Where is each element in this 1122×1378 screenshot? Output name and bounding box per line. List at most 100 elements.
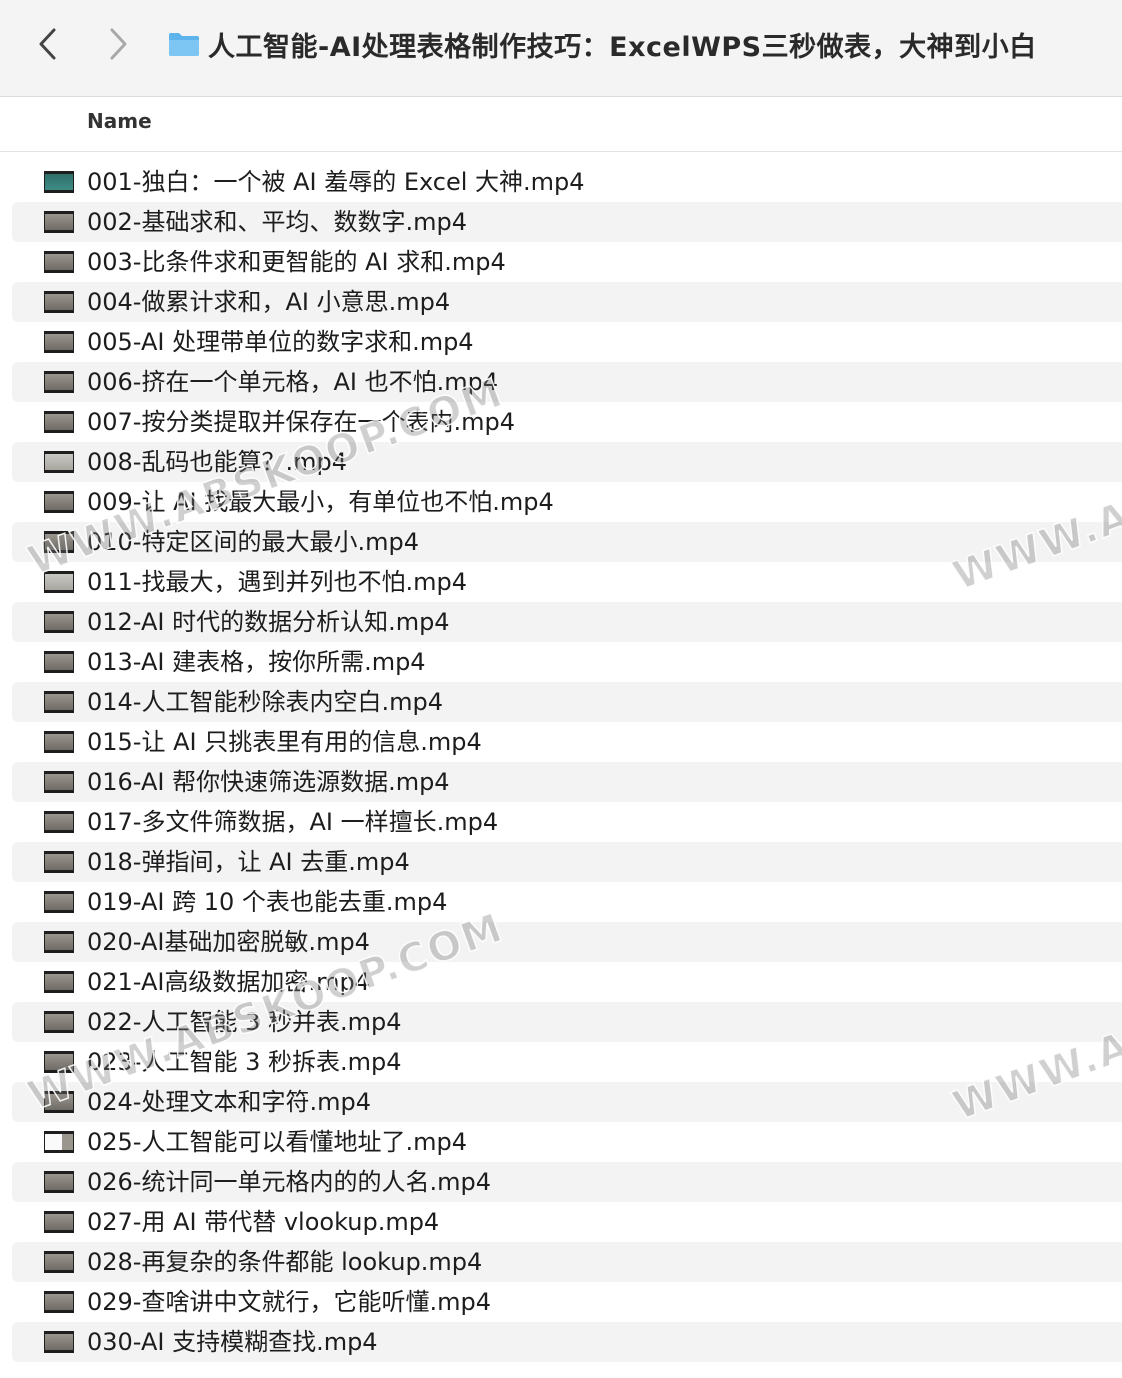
video-file-icon <box>44 731 74 753</box>
file-name: 012-AI 时代的数据分析认知.mp4 <box>87 608 450 636</box>
video-file-icon <box>44 451 74 473</box>
file-name: 003-比条件求和更智能的 AI 求和.mp4 <box>87 248 506 276</box>
chevron-left-icon <box>39 28 56 60</box>
file-name: 010-特定区间的最大最小.mp4 <box>87 528 419 556</box>
file-row[interactable]: 011-找最大，遇到并列也不怕.mp4 <box>12 562 1122 602</box>
file-name: 001-独白：一个被 AI 羞辱的 Excel 大神.mp4 <box>87 168 585 196</box>
file-name: 019-AI 跨 10 个表也能去重.mp4 <box>87 888 448 916</box>
video-file-icon <box>44 171 74 193</box>
file-row[interactable]: 013-AI 建表格，按你所需.mp4 <box>12 642 1122 682</box>
video-file-icon <box>44 531 74 553</box>
column-header-name[interactable]: Name <box>87 109 152 133</box>
file-name: 016-AI 帮你快速筛选源数据.mp4 <box>87 768 450 796</box>
file-name: 014-人工智能秒除表内空白.mp4 <box>87 688 443 716</box>
file-row[interactable]: 017-多文件筛数据，AI 一样擅长.mp4 <box>12 802 1122 842</box>
video-file-icon <box>44 1011 74 1033</box>
file-row[interactable]: 028-再复杂的条件都能 lookup.mp4 <box>12 1242 1122 1282</box>
video-file-icon <box>44 811 74 833</box>
file-row[interactable]: 016-AI 帮你快速筛选源数据.mp4 <box>12 762 1122 802</box>
file-row[interactable]: 007-按分类提取并保存在一个表内.mp4 <box>12 402 1122 442</box>
video-file-icon <box>44 251 74 273</box>
file-row[interactable]: 010-特定区间的最大最小.mp4 <box>12 522 1122 562</box>
file-name: 027-用 AI 带代替 vlookup.mp4 <box>87 1208 440 1236</box>
file-name: 007-按分类提取并保存在一个表内.mp4 <box>87 408 515 436</box>
file-row[interactable]: 029-查啥讲中文就行，它能听懂.mp4 <box>12 1282 1122 1322</box>
file-name: 021-AI高级数据加密.mp4 <box>87 968 370 996</box>
forward-button[interactable] <box>102 22 136 66</box>
video-file-icon <box>44 331 74 353</box>
video-file-icon <box>44 1131 74 1153</box>
file-name: 018-弹指间，让 AI 去重.mp4 <box>87 848 410 876</box>
file-row[interactable]: 018-弹指间，让 AI 去重.mp4 <box>12 842 1122 882</box>
video-file-icon <box>44 371 74 393</box>
video-file-icon <box>44 1251 74 1273</box>
file-row[interactable]: 005-AI 处理带单位的数字求和.mp4 <box>12 322 1122 362</box>
video-file-icon <box>44 771 74 793</box>
file-name: 011-找最大，遇到并列也不怕.mp4 <box>87 568 467 596</box>
window-title: 人工智能-AI处理表格制作技巧：ExcelWPS三秒做表，大神到小白 <box>208 31 1037 63</box>
chevron-right-icon <box>110 28 127 60</box>
file-row[interactable]: 019-AI 跨 10 个表也能去重.mp4 <box>12 882 1122 922</box>
list-header: Name <box>0 97 1122 152</box>
video-file-icon <box>44 1211 74 1233</box>
file-row[interactable]: 008-乱码也能算？.mp4 <box>12 442 1122 482</box>
file-row[interactable]: 009-让 AI 找最大最小，有单位也不怕.mp4 <box>12 482 1122 522</box>
file-row[interactable]: 025-人工智能可以看懂地址了.mp4 <box>12 1122 1122 1162</box>
file-row[interactable]: 003-比条件求和更智能的 AI 求和.mp4 <box>12 242 1122 282</box>
video-file-icon <box>44 971 74 993</box>
file-name: 025-人工智能可以看懂地址了.mp4 <box>87 1128 467 1156</box>
file-name: 006-挤在一个单元格，AI 也不怕.mp4 <box>87 368 499 396</box>
video-file-icon <box>44 1051 74 1073</box>
file-row[interactable]: 026-统计同一单元格内的的人名.mp4 <box>12 1162 1122 1202</box>
file-name: 002-基础求和、平均、数数字.mp4 <box>87 208 467 236</box>
file-name: 013-AI 建表格，按你所需.mp4 <box>87 648 426 676</box>
file-row[interactable]: 030-AI 支持模糊查找.mp4 <box>12 1322 1122 1362</box>
file-row[interactable]: 015-让 AI 只挑表里有用的信息.mp4 <box>12 722 1122 762</box>
file-name: 024-处理文本和字符.mp4 <box>87 1088 371 1116</box>
video-file-icon <box>44 1291 74 1313</box>
file-row[interactable]: 004-做累计求和，AI 小意思.mp4 <box>12 282 1122 322</box>
video-file-icon <box>44 1331 74 1353</box>
folder-icon <box>169 33 199 56</box>
video-file-icon <box>44 651 74 673</box>
video-file-icon <box>44 211 74 233</box>
file-name: 028-再复杂的条件都能 lookup.mp4 <box>87 1248 483 1276</box>
file-row[interactable]: 006-挤在一个单元格，AI 也不怕.mp4 <box>12 362 1122 402</box>
file-row[interactable]: 021-AI高级数据加密.mp4 <box>12 962 1122 1002</box>
file-row[interactable]: 023-人工智能 3 秒拆表.mp4 <box>12 1042 1122 1082</box>
video-file-icon <box>44 411 74 433</box>
video-file-icon <box>44 1171 74 1193</box>
file-name: 022-人工智能 3 秒并表.mp4 <box>87 1008 402 1036</box>
window-title-bar: 人工智能-AI处理表格制作技巧：ExcelWPS三秒做表，大神到小白 <box>168 24 1102 64</box>
file-name: 005-AI 处理带单位的数字求和.mp4 <box>87 328 474 356</box>
file-name: 023-人工智能 3 秒拆表.mp4 <box>87 1048 402 1076</box>
file-row[interactable]: 002-基础求和、平均、数数字.mp4 <box>12 202 1122 242</box>
file-name: 017-多文件筛数据，AI 一样擅长.mp4 <box>87 808 499 836</box>
file-row[interactable]: 001-独白：一个被 AI 羞辱的 Excel 大神.mp4 <box>12 162 1122 202</box>
video-file-icon <box>44 691 74 713</box>
file-name: 030-AI 支持模糊查找.mp4 <box>87 1328 378 1356</box>
file-name: 026-统计同一单元格内的的人名.mp4 <box>87 1168 491 1196</box>
file-name: 015-让 AI 只挑表里有用的信息.mp4 <box>87 728 482 756</box>
back-button[interactable] <box>30 22 64 66</box>
file-name: 029-查啥讲中文就行，它能听懂.mp4 <box>87 1288 491 1316</box>
file-name: 004-做累计求和，AI 小意思.mp4 <box>87 288 451 316</box>
file-row[interactable]: 024-处理文本和字符.mp4 <box>12 1082 1122 1122</box>
video-file-icon <box>44 291 74 313</box>
video-file-icon <box>44 851 74 873</box>
video-file-icon <box>44 891 74 913</box>
file-row[interactable]: 020-AI基础加密脱敏.mp4 <box>12 922 1122 962</box>
video-file-icon <box>44 571 74 593</box>
window-toolbar: 人工智能-AI处理表格制作技巧：ExcelWPS三秒做表，大神到小白 <box>0 0 1122 97</box>
video-file-icon <box>44 1091 74 1113</box>
file-name: 020-AI基础加密脱敏.mp4 <box>87 928 370 956</box>
file-name: 008-乱码也能算？.mp4 <box>87 448 347 476</box>
file-row[interactable]: 027-用 AI 带代替 vlookup.mp4 <box>12 1202 1122 1242</box>
file-name: 009-让 AI 找最大最小，有单位也不怕.mp4 <box>87 488 554 516</box>
file-row[interactable]: 014-人工智能秒除表内空白.mp4 <box>12 682 1122 722</box>
video-file-icon <box>44 931 74 953</box>
file-row[interactable]: 012-AI 时代的数据分析认知.mp4 <box>12 602 1122 642</box>
video-file-icon <box>44 491 74 513</box>
video-file-icon <box>44 611 74 633</box>
file-row[interactable]: 022-人工智能 3 秒并表.mp4 <box>12 1002 1122 1042</box>
